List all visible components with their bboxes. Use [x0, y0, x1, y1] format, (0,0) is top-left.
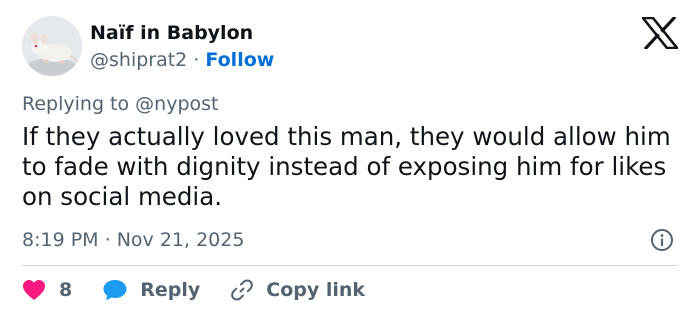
avatar[interactable] — [22, 16, 82, 76]
tweet-time[interactable]: 8:19 PM — [22, 229, 99, 251]
heart-icon — [22, 279, 46, 301]
replying-to: Replying to @nypost — [22, 93, 219, 115]
tweet-date[interactable]: Nov 21, 2025 — [117, 229, 245, 251]
tweet-timestamp[interactable]: 8:19 PM · Nov 21, 2025 — [22, 228, 244, 252]
speech-bubble-icon — [102, 278, 128, 302]
reply-button[interactable]: Reply — [102, 278, 200, 302]
follow-button[interactable]: Follow — [205, 49, 274, 71]
divider — [22, 265, 678, 266]
action-bar: 8 Reply Copy link — [22, 277, 365, 303]
author-name[interactable]: Naïf in Babylon — [90, 21, 253, 45]
handle-separator: · — [193, 49, 200, 71]
avatar-image — [22, 16, 82, 76]
copy-link-label: Copy link — [266, 279, 366, 301]
like-count: 8 — [59, 279, 73, 301]
tweet-text: If they actually loved this man, they wo… — [22, 122, 671, 211]
x-logo-icon[interactable] — [640, 15, 680, 51]
info-icon[interactable] — [650, 228, 674, 252]
like-button[interactable]: 8 — [22, 279, 72, 301]
reply-label: Reply — [140, 279, 201, 301]
link-icon — [230, 278, 254, 302]
author-handle[interactable]: @shiprat2 — [90, 49, 187, 71]
tweet-card: Naïf in Babylon @shiprat2 · Follow Reply… — [0, 0, 700, 318]
copy-link-button[interactable]: Copy link — [230, 278, 365, 302]
timestamp-separator: · — [104, 229, 111, 251]
author-meta: @shiprat2 · Follow — [90, 48, 274, 72]
